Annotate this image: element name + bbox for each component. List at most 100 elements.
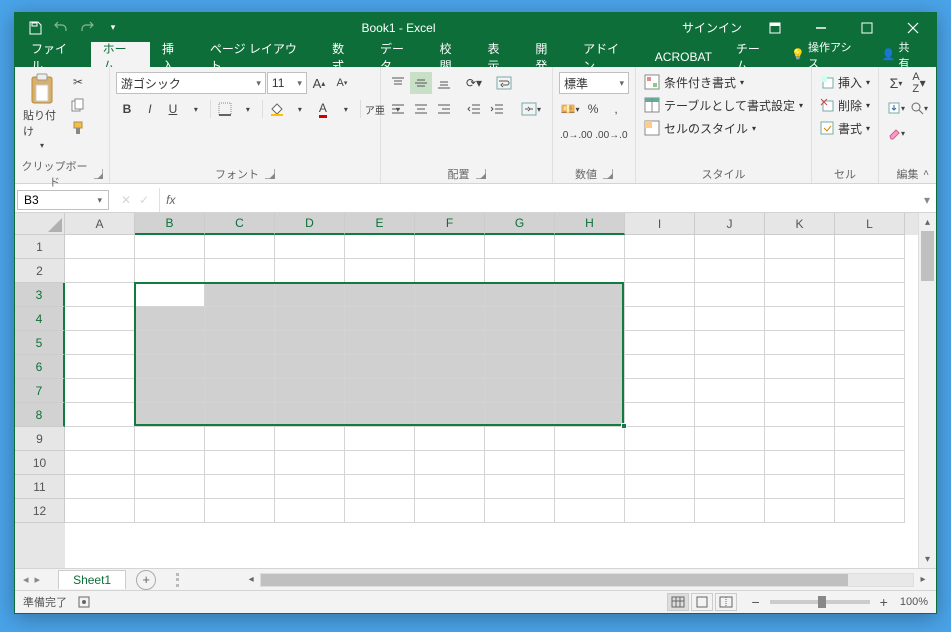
cell-H11[interactable] (555, 475, 625, 499)
fill-handle[interactable] (621, 423, 627, 429)
qat-dropdown-icon[interactable]: ▾ (101, 16, 125, 40)
cell-L4[interactable] (835, 307, 905, 331)
cell-L9[interactable] (835, 427, 905, 451)
cell-D8[interactable] (275, 403, 345, 427)
cell-H2[interactable] (555, 259, 625, 283)
cell-C4[interactable] (205, 307, 275, 331)
border-button[interactable] (214, 98, 236, 120)
underline-dropdown[interactable]: ▾ (185, 98, 207, 120)
row-header-6[interactable]: 6 (15, 355, 65, 379)
enter-icon[interactable]: ✓ (139, 193, 149, 207)
cell-I9[interactable] (625, 427, 695, 451)
cell-J11[interactable] (695, 475, 765, 499)
autosum-button[interactable]: Σ▾ (885, 72, 907, 94)
cell-E5[interactable] (345, 331, 415, 355)
row-header-10[interactable]: 10 (15, 451, 65, 475)
cell-C12[interactable] (205, 499, 275, 523)
cell-H3[interactable] (555, 283, 625, 307)
cell-H4[interactable] (555, 307, 625, 331)
format-cells-button[interactable]: 書式▾ (818, 117, 872, 139)
copy-button[interactable] (67, 94, 89, 116)
col-header-E[interactable]: E (345, 213, 415, 235)
row-header-2[interactable]: 2 (15, 259, 65, 283)
col-header-F[interactable]: F (415, 213, 485, 235)
col-header-L[interactable]: L (835, 213, 905, 235)
cell-J8[interactable] (695, 403, 765, 427)
cell-F5[interactable] (415, 331, 485, 355)
align-center-button[interactable] (410, 98, 432, 120)
cell-B4[interactable] (135, 307, 205, 331)
page-break-view-button[interactable] (715, 593, 737, 611)
format-table-button[interactable]: テーブルとして書式設定▾ (642, 94, 805, 116)
row-header-11[interactable]: 11 (15, 475, 65, 499)
format-painter-button[interactable] (67, 117, 89, 139)
cell-K10[interactable] (765, 451, 835, 475)
col-header-K[interactable]: K (765, 213, 835, 235)
share-button[interactable]: 👤共有 (874, 39, 928, 71)
cell-F9[interactable] (415, 427, 485, 451)
cell-K5[interactable] (765, 331, 835, 355)
cell-G8[interactable] (485, 403, 555, 427)
cell-F11[interactable] (415, 475, 485, 499)
scroll-left-icon[interactable]: ◂ (242, 574, 260, 585)
cell-E4[interactable] (345, 307, 415, 331)
scroll-right-icon[interactable]: ▸ (914, 574, 932, 585)
cell-B5[interactable] (135, 331, 205, 355)
cell-A6[interactable] (65, 355, 135, 379)
cell-C5[interactable] (205, 331, 275, 355)
cell-K3[interactable] (765, 283, 835, 307)
paste-button[interactable]: 貼り付け ▾ (21, 71, 63, 152)
horizontal-scrollbar[interactable]: ◂ ▸ (242, 573, 936, 587)
cell-L7[interactable] (835, 379, 905, 403)
find-button[interactable]: ▾ (908, 97, 930, 119)
cell-G5[interactable] (485, 331, 555, 355)
cell-J6[interactable] (695, 355, 765, 379)
cell-L6[interactable] (835, 355, 905, 379)
cell-D5[interactable] (275, 331, 345, 355)
orientation-button[interactable]: ⟳▾ (463, 72, 485, 94)
collapse-ribbon-icon[interactable]: ˄ (918, 165, 934, 181)
cell-A11[interactable] (65, 475, 135, 499)
sheet-tab[interactable]: Sheet1 (58, 570, 126, 589)
cell-B2[interactable] (135, 259, 205, 283)
cell-H9[interactable] (555, 427, 625, 451)
col-header-H[interactable]: H (555, 213, 625, 235)
col-header-G[interactable]: G (485, 213, 555, 235)
cell-B3[interactable] (135, 283, 205, 307)
cell-D1[interactable] (275, 235, 345, 259)
dialog-launcher-icon[interactable] (265, 169, 275, 179)
cell-A4[interactable] (65, 307, 135, 331)
comma-button[interactable]: , (605, 98, 627, 120)
cell-A3[interactable] (65, 283, 135, 307)
tab-view[interactable]: 表示 (476, 42, 524, 67)
cell-A7[interactable] (65, 379, 135, 403)
cell-C3[interactable] (205, 283, 275, 307)
tab-formulas[interactable]: 数式 (320, 42, 368, 67)
cell-G9[interactable] (485, 427, 555, 451)
cell-D4[interactable] (275, 307, 345, 331)
cell-F1[interactable] (415, 235, 485, 259)
cell-J2[interactable] (695, 259, 765, 283)
cell-L8[interactable] (835, 403, 905, 427)
cell-G4[interactable] (485, 307, 555, 331)
cell-L3[interactable] (835, 283, 905, 307)
tab-home[interactable]: ホーム (91, 42, 150, 67)
cell-H5[interactable] (555, 331, 625, 355)
undo-icon[interactable] (49, 16, 73, 40)
decrease-decimal-button[interactable]: .00→.0 (594, 124, 628, 146)
align-top-button[interactable] (387, 72, 409, 94)
cell-H10[interactable] (555, 451, 625, 475)
select-all-button[interactable] (15, 213, 65, 235)
tab-split-handle[interactable] (176, 573, 182, 587)
cell-G2[interactable] (485, 259, 555, 283)
cell-B1[interactable] (135, 235, 205, 259)
expand-formula-icon[interactable]: ▾ (918, 188, 936, 212)
fill-button[interactable]: ▾ (885, 97, 907, 119)
cell-E9[interactable] (345, 427, 415, 451)
cell-I4[interactable] (625, 307, 695, 331)
macro-record-icon[interactable] (77, 595, 91, 609)
cell-styles-button[interactable]: セルのスタイル▾ (642, 117, 805, 139)
scroll-thumb[interactable] (921, 231, 934, 281)
insert-cells-button[interactable]: 挿入▾ (818, 71, 872, 93)
cell-A10[interactable] (65, 451, 135, 475)
